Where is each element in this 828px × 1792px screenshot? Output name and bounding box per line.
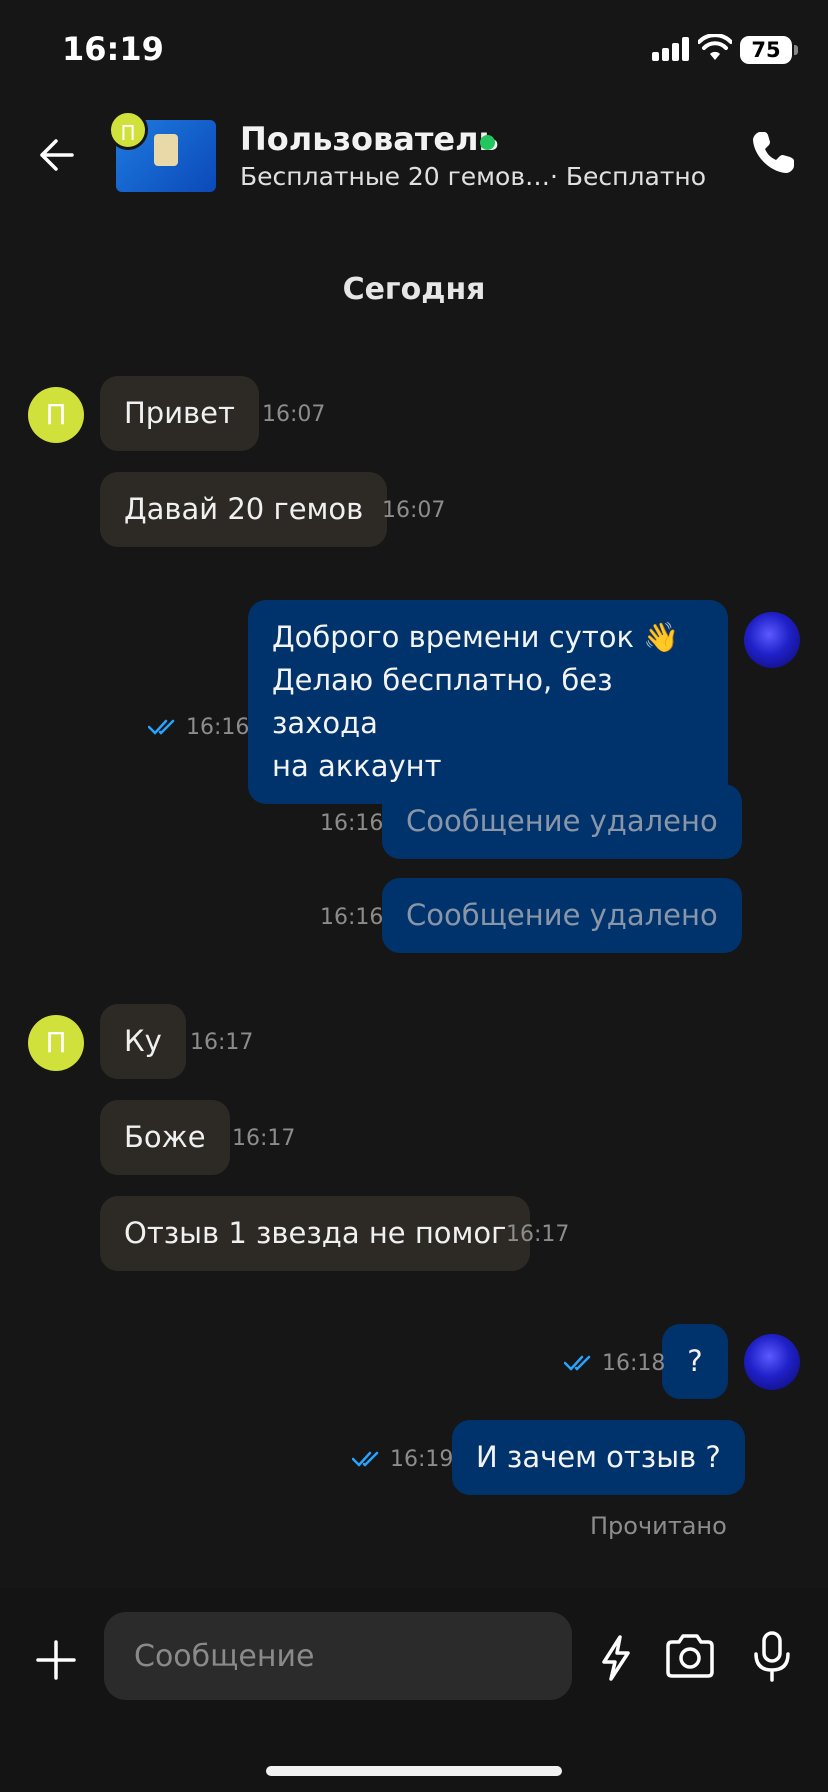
double-check-icon [352, 1451, 379, 1467]
composer-bar [0, 1588, 828, 1792]
message-bubble-outgoing[interactable]: Доброго времени суток 👋 Делаю бесплатно,… [248, 600, 728, 804]
message-input[interactable] [104, 1612, 572, 1700]
cellular-signal-icon [652, 37, 692, 61]
message-time: 16:16 [320, 905, 384, 930]
message-time: 16:19 [390, 1447, 454, 1472]
user-avatar[interactable]: П [108, 110, 148, 150]
sender-avatar[interactable]: П [28, 387, 84, 443]
message-bubble-incoming[interactable]: Давай 20 гемов [100, 472, 388, 547]
message-bubble-deleted[interactable]: Сообщение удалено [382, 878, 742, 953]
sender-avatar[interactable]: П [28, 1015, 84, 1071]
status-time: 16:19 [62, 30, 164, 68]
message-bubble-incoming[interactable]: Привет [100, 376, 259, 451]
battery-indicator: 75 [740, 36, 798, 64]
plus-icon[interactable] [34, 1638, 78, 1682]
message-time: 16:17 [232, 1126, 296, 1151]
message-time: 16:17 [506, 1222, 570, 1247]
chat-header: П Пользователь Бесплатные 20 гемов… · Бе… [0, 100, 828, 220]
my-avatar[interactable] [744, 612, 800, 668]
camera-icon[interactable] [664, 1632, 716, 1680]
message-time: 16:07 [382, 498, 446, 523]
message-line: на аккаунт [272, 749, 442, 783]
listing-title[interactable]: Бесплатные 20 гемов… [240, 162, 550, 191]
wifi-icon [698, 34, 732, 60]
read-receipt: Прочитано [590, 1512, 727, 1540]
message-bubble-outgoing[interactable]: И зачем отзыв ? [452, 1420, 745, 1495]
back-arrow-icon[interactable] [34, 133, 78, 177]
message-bubble-incoming[interactable]: Отзыв 1 звезда не помог [100, 1196, 531, 1271]
status-bar: 16:19 75 [0, 0, 828, 100]
message-bubble-outgoing[interactable]: ? [662, 1324, 728, 1399]
message-time: 16:18 [602, 1351, 666, 1376]
message-line: Доброго времени суток 👋 [272, 620, 680, 654]
message-bubble-incoming[interactable]: Ку [100, 1004, 186, 1079]
chat-title[interactable]: Пользователь [240, 120, 499, 158]
message-line: Делаю бесплатно, без захода [272, 663, 613, 740]
double-check-icon [148, 719, 175, 735]
day-separator: Сегодня [342, 272, 486, 307]
message-bubble-deleted[interactable]: Сообщение удалено [382, 784, 742, 859]
message-time: 16:16 [186, 715, 250, 740]
phone-icon[interactable] [748, 128, 798, 178]
my-avatar[interactable] [744, 1334, 800, 1390]
message-time: 16:16 [320, 811, 384, 836]
message-time: 16:17 [190, 1030, 254, 1055]
home-indicator [266, 1766, 562, 1776]
listing-price: · Бесплатно [550, 162, 707, 191]
message-time: 16:07 [262, 402, 326, 427]
microphone-icon[interactable] [752, 1630, 792, 1682]
message-bubble-incoming[interactable]: Боже [100, 1100, 230, 1175]
online-status-dot [480, 135, 495, 150]
lightning-icon[interactable] [598, 1634, 634, 1682]
double-check-icon [564, 1355, 591, 1371]
